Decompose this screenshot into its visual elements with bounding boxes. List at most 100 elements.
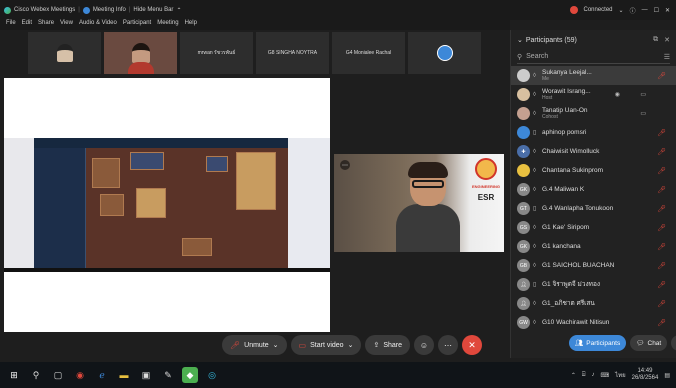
- device-icon: ▯: [533, 130, 537, 136]
- system-tray: ⌃ ⌸ ♪ ⌨ ไทย 14:49 26/8/2564 ▤: [571, 368, 676, 382]
- pop-out-icon[interactable]: ⧉: [653, 36, 658, 44]
- list-item[interactable]: ◊ Sukanya Leejal... Me 🎤︎: [511, 66, 676, 85]
- more-panels-button[interactable]: ⋯: [671, 335, 676, 351]
- list-item[interactable]: ◊ Chantana Sukinprom 🎤︎: [511, 161, 676, 180]
- chevron-down-icon[interactable]: ⌄: [273, 341, 279, 349]
- muted-mic-icon[interactable]: 🎤︎: [657, 300, 666, 308]
- participant-search[interactable]: ⚲ Search ☰: [517, 50, 670, 64]
- shared-taskbar: [4, 268, 330, 272]
- clock-date: 26/8/2564: [631, 375, 659, 381]
- muted-mic-icon[interactable]: 🎤︎: [657, 319, 666, 327]
- close-button[interactable]: ✕: [665, 7, 670, 14]
- connection-status[interactable]: Connected: [584, 7, 613, 13]
- list-item[interactable]: ◊ Tanatip Uan-On Cohost ▭: [511, 104, 676, 123]
- menu-edit[interactable]: Edit: [22, 20, 32, 30]
- list-item[interactable]: ✚ ◊ Chaiwisit Wimolluck 🎤︎: [511, 142, 676, 161]
- muted-mic-icon[interactable]: 🎤︎: [657, 243, 666, 251]
- webex-taskbar-icon[interactable]: ◎: [204, 367, 220, 383]
- network-icon[interactable]: ⌸: [582, 372, 586, 379]
- windows-start-icon[interactable]: ⊞: [6, 367, 22, 383]
- list-item[interactable]: GK ◊ G1 kanchana 🎤︎: [511, 237, 676, 256]
- list-item[interactable]: GK ◊ G.4 Maliwan K 🎤︎: [511, 180, 676, 199]
- muted-mic-icon[interactable]: 🎤︎: [657, 205, 666, 213]
- shared-content-stage[interactable]: [4, 78, 330, 332]
- menu-share[interactable]: Share: [38, 20, 54, 30]
- list-item[interactable]: GS ◊ G1 Kae' Siripom 🎤︎: [511, 218, 676, 237]
- muted-mic-icon[interactable]: 🎤︎: [657, 167, 666, 175]
- menu-bar: File Edit Share View Audio & Video Parti…: [0, 20, 510, 30]
- task-view-icon[interactable]: ▢: [50, 367, 66, 383]
- participants-button[interactable]: 👥︎ Participants: [569, 335, 627, 351]
- list-item[interactable]: GB ◊ G1 SAICHOL BUACHAN 🎤︎: [511, 256, 676, 275]
- menu-view[interactable]: View: [60, 20, 73, 30]
- muted-mic-icon[interactable]: 🎤︎: [657, 224, 666, 232]
- video-thumbnail[interactable]: [104, 32, 177, 74]
- language-icon[interactable]: ไทย: [615, 370, 626, 380]
- device-icon: ◊: [533, 224, 536, 231]
- volume-icon[interactable]: ♪: [591, 372, 594, 378]
- start-video-label: Start video: [310, 341, 344, 349]
- emoji-reactions-button[interactable]: ☺: [414, 335, 435, 355]
- meeting-info-link[interactable]: Meeting Info: [93, 7, 126, 13]
- store-icon[interactable]: ▣: [138, 367, 154, 383]
- share-button[interactable]: ⇪ Share: [365, 335, 411, 355]
- chevron-up-icon[interactable]: ⌃: [176, 7, 181, 14]
- shared-side-panel: [288, 138, 330, 272]
- filter-icon[interactable]: ☰: [664, 53, 670, 61]
- list-item[interactable]: ◊ Worawit Israng... Host ◉ ▭: [511, 85, 676, 104]
- collapse-chevron-icon[interactable]: ⌄: [517, 36, 523, 44]
- search-icon[interactable]: ⚲: [28, 367, 44, 383]
- maximize-button[interactable]: ☐: [654, 7, 659, 14]
- muted-mic-icon[interactable]: 🎤︎: [657, 148, 666, 156]
- menu-audio-video[interactable]: Audio & Video: [79, 20, 117, 30]
- thumbnail-name: G4 Monialee Rachal: [345, 50, 392, 56]
- video-thumbnail[interactable]: G8 SINGHA NOYTRA: [256, 32, 329, 74]
- chat-button[interactable]: 💬︎ Chat: [630, 335, 668, 351]
- muted-mic-icon[interactable]: 🎤︎: [657, 186, 666, 194]
- list-item[interactable]: GT ▯ G.4 Wanlapha Tonukoon 🎤︎: [511, 199, 676, 218]
- list-item[interactable]: 👤︎ ◊ G1_อภิชาต ศรีเสน 🎤︎: [511, 294, 676, 313]
- minimize-button[interactable]: —: [642, 7, 648, 13]
- speaker-body: [396, 204, 460, 252]
- chrome-icon[interactable]: ◉: [72, 367, 88, 383]
- info-icon[interactable]: ⓘ: [630, 6, 636, 15]
- notifications-icon[interactable]: ▤: [664, 372, 670, 379]
- muted-mic-icon[interactable]: 🎤︎: [657, 72, 666, 80]
- chevron-down-icon[interactable]: ⌄: [348, 341, 354, 349]
- menu-meeting[interactable]: Meeting: [157, 20, 178, 30]
- menu-file[interactable]: File: [6, 20, 16, 30]
- more-button[interactable]: ⋯: [438, 335, 459, 355]
- file-explorer-icon[interactable]: ▬: [116, 367, 132, 383]
- menu-participant[interactable]: Participant: [123, 20, 151, 30]
- clock[interactable]: 14:49 26/8/2564: [632, 368, 659, 382]
- video-thumbnail[interactable]: [408, 32, 481, 74]
- leave-meeting-button[interactable]: ✕: [462, 335, 483, 355]
- close-panel-icon[interactable]: ✕: [664, 36, 670, 44]
- more-options-icon[interactable]: ⋯: [340, 160, 350, 170]
- edge-icon[interactable]: ℯ: [94, 367, 110, 383]
- video-thumbnail[interactable]: [28, 32, 101, 74]
- participant-name: G1 kanchana: [542, 243, 581, 250]
- menu-help[interactable]: Help: [185, 20, 197, 30]
- keyboard-icon[interactable]: ⌨: [600, 372, 609, 379]
- hide-menu-bar-button[interactable]: Hide Menu Bar: [133, 7, 173, 13]
- unmute-button[interactable]: 🎤︎ Unmute ⌄: [222, 335, 287, 355]
- list-item[interactable]: GW ◊ G10 Wachirawit Nitisun 🎤︎: [511, 313, 676, 332]
- video-thumbnail[interactable]: G4 Monialee Rachal: [332, 32, 405, 74]
- muted-mic-icon[interactable]: 🎤︎: [657, 262, 666, 270]
- participant-shirt: [128, 62, 154, 74]
- device-icon: ◊: [533, 72, 536, 79]
- line-app-icon[interactable]: ◆: [182, 367, 198, 383]
- active-speaker-video[interactable]: ENGINEERING ESR ⋯: [334, 154, 504, 252]
- status-chevron-icon[interactable]: ⌄: [619, 7, 624, 14]
- search-input[interactable]: Search: [526, 53, 548, 60]
- tray-chevron-icon[interactable]: ⌃: [571, 372, 576, 379]
- start-video-button[interactable]: ▭ Start video ⌄: [290, 335, 362, 355]
- list-item[interactable]: 👤︎ ▯ G1 จิราพูดจี ม่วงทอง 🎤︎: [511, 275, 676, 294]
- list-item[interactable]: ▯ aphinop pomsri 🎤︎: [511, 123, 676, 142]
- app-icon[interactable]: ✎: [160, 367, 176, 383]
- muted-mic-icon[interactable]: 🎤︎: [657, 281, 666, 289]
- muted-mic-icon[interactable]: 🎤︎: [657, 129, 666, 137]
- participant-photo: [56, 44, 73, 62]
- video-thumbnail[interactable]: mrwan รัชวรพันธ์: [180, 32, 253, 74]
